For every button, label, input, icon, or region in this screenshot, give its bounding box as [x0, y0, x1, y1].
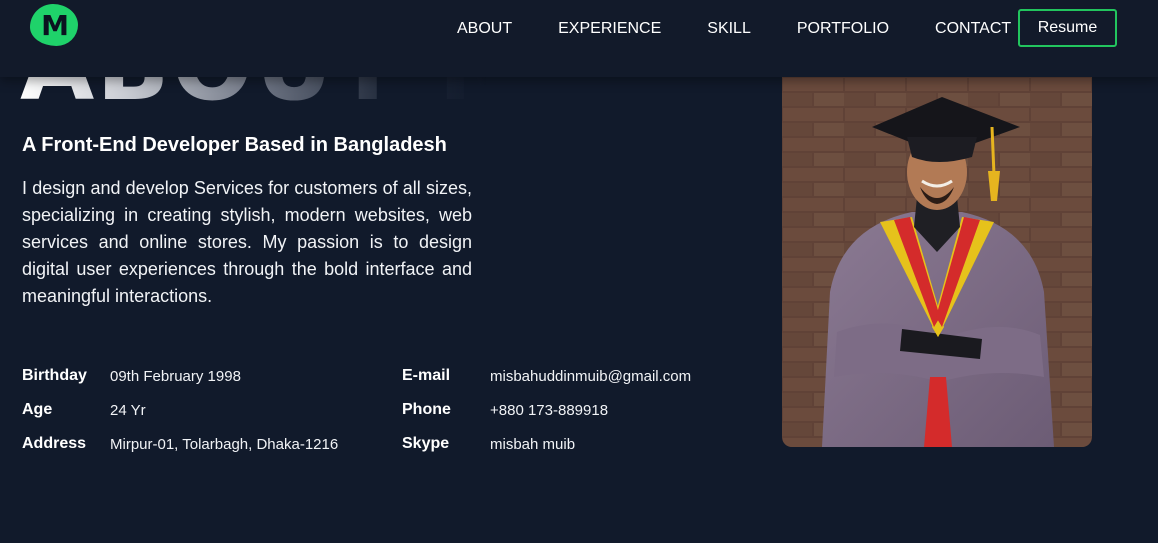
info-label: Address	[22, 435, 87, 452]
info-label: E-mail	[402, 367, 451, 384]
info-label: Phone	[402, 401, 451, 418]
resume-button[interactable]: Resume	[1018, 9, 1117, 47]
about-subtitle: A Front-End Developer Based in Banglades…	[22, 134, 447, 156]
nav-link-about[interactable]: ABOUT	[457, 18, 512, 40]
email-link[interactable]: misbahuddinmuib@gmail.com	[490, 368, 691, 385]
info-label: Birthday	[22, 367, 87, 384]
info-label: Skype	[402, 435, 450, 452]
info-value: 09th February 1998	[110, 368, 241, 385]
nav-link-skill[interactable]: SKILL	[707, 18, 751, 40]
logo-letter: M	[41, 8, 69, 42]
about-page: ABOUT ME M ABOUT EXPERIENCE SKILL PORTFO…	[0, 0, 1158, 543]
skype-link[interactable]: misbah muib	[490, 436, 575, 453]
logo-icon[interactable]: M	[30, 4, 78, 46]
navbar: M ABOUT EXPERIENCE SKILL PORTFOLIO CONTA…	[0, 0, 1158, 77]
nav-link-portfolio[interactable]: PORTFOLIO	[797, 18, 889, 40]
nav-link-experience[interactable]: EXPERIENCE	[558, 18, 661, 40]
profile-photo	[782, 77, 1092, 447]
graduate-portrait-icon	[782, 77, 1092, 447]
info-value: 24 Yr	[110, 402, 146, 419]
info-value: Mirpur-01, Tolarbagh, Dhaka-1216	[110, 436, 339, 453]
nav-links: ABOUT EXPERIENCE SKILL PORTFOLIO CONTACT	[457, 18, 1057, 40]
nav-link-contact[interactable]: CONTACT	[935, 18, 1011, 40]
about-intro: I design and develop Services for custom…	[22, 178, 472, 306]
phone-link[interactable]: +880 173-889918	[490, 402, 608, 419]
info-label: Age	[22, 401, 53, 418]
